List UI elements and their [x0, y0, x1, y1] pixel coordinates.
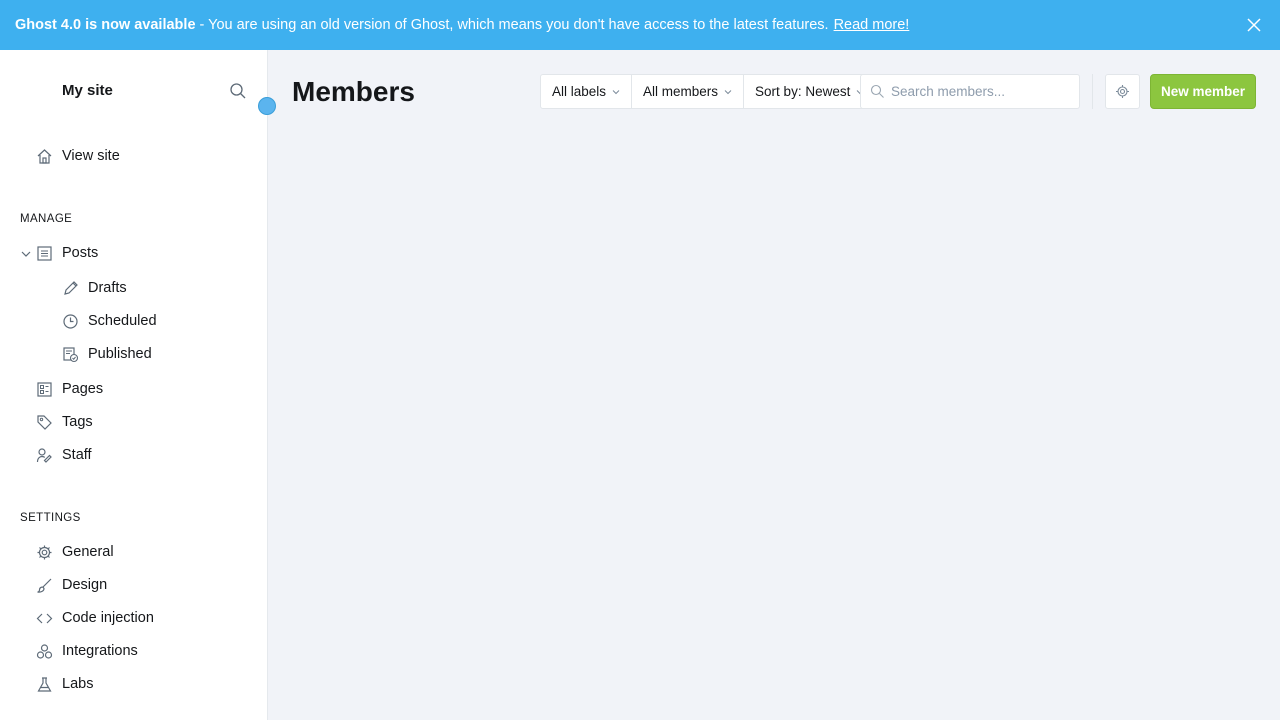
cursor-indicator	[258, 97, 276, 115]
pages-icon	[37, 381, 52, 397]
sidebar-item-code-injection[interactable]: Code injection	[36, 607, 154, 629]
staff-icon	[36, 447, 52, 463]
code-icon	[36, 613, 53, 623]
site-title[interactable]: My site	[62, 82, 113, 99]
manage-heading: MANAGE	[20, 213, 73, 225]
banner-message: - You are using an old version of Ghost,…	[199, 17, 829, 33]
new-member-button[interactable]: New member	[1150, 74, 1256, 109]
sidebar-item-labs[interactable]: Labs	[36, 673, 93, 695]
sidebar-item-label: Design	[62, 577, 108, 593]
gear-icon	[37, 545, 52, 559]
filter-group: All labels All members Sort by: Newest	[540, 74, 877, 109]
members-filter[interactable]: All members	[632, 75, 745, 108]
chevron-down-icon[interactable]	[20, 248, 32, 260]
page-title: Members	[292, 76, 415, 107]
sidebar-item-staff[interactable]: Staff	[36, 444, 92, 466]
published-icon	[63, 346, 79, 362]
toolbar-divider	[1092, 74, 1093, 109]
search-icon[interactable]	[229, 82, 247, 100]
sidebar-item-label: Pages	[62, 381, 104, 397]
chevron-down-icon	[724, 89, 732, 94]
gear-icon	[1116, 85, 1129, 98]
search-input[interactable]	[891, 84, 1061, 99]
tag-icon	[37, 414, 52, 430]
settings-heading: SETTINGS	[20, 512, 81, 524]
sidebar-item-posts[interactable]: Posts	[36, 242, 98, 264]
sidebar: My site View site MANAGE Posts Drafts Sc…	[0, 50, 268, 720]
sidebar-item-label: Drafts	[88, 280, 127, 296]
posts-icon	[37, 245, 52, 261]
sidebar-item-drafts[interactable]: Drafts	[62, 277, 127, 299]
sidebar-item-scheduled[interactable]: Scheduled	[62, 310, 157, 332]
sidebar-item-label: Code injection	[62, 610, 154, 626]
pencil-icon	[64, 280, 78, 295]
search-icon	[870, 84, 884, 98]
banner-title: Ghost 4.0 is now available	[15, 17, 196, 33]
sidebar-item-view-site[interactable]: View site	[36, 145, 120, 167]
flask-icon	[37, 676, 52, 692]
sidebar-item-label: Scheduled	[88, 313, 157, 329]
sidebar-item-label: General	[62, 544, 114, 560]
sidebar-item-published[interactable]: Published	[62, 343, 152, 365]
read-more-link[interactable]: Read more!	[834, 17, 910, 33]
sidebar-item-label: Integrations	[62, 643, 138, 659]
sidebar-item-pages[interactable]: Pages	[36, 378, 103, 400]
sidebar-item-label: Posts	[62, 245, 99, 261]
sidebar-item-label: Labs	[62, 676, 94, 692]
sidebar-item-tags[interactable]: Tags	[36, 411, 93, 433]
home-icon	[37, 148, 52, 164]
members-filter-label: All members	[643, 84, 719, 99]
brush-icon	[37, 578, 52, 593]
member-settings-button[interactable]	[1105, 74, 1140, 109]
sidebar-item-label: Published	[88, 346, 152, 362]
update-banner: Ghost 4.0 is now available - You are usi…	[0, 0, 1280, 50]
sort-filter[interactable]: Sort by: Newest	[744, 75, 875, 108]
clock-icon	[63, 313, 78, 329]
chevron-down-icon	[612, 89, 620, 94]
sidebar-item-label: Tags	[62, 414, 93, 430]
sidebar-item-general[interactable]: General	[36, 541, 114, 563]
sidebar-item-label: Staff	[62, 447, 92, 463]
search-box	[860, 74, 1080, 109]
sidebar-item-integrations[interactable]: Integrations	[36, 640, 138, 662]
sidebar-item-label: View site	[62, 148, 120, 164]
integrations-icon	[36, 643, 53, 659]
sidebar-item-design[interactable]: Design	[36, 574, 107, 596]
close-icon[interactable]	[1246, 17, 1262, 33]
labels-filter-label: All labels	[552, 84, 607, 99]
labels-filter[interactable]: All labels	[541, 75, 633, 108]
sort-filter-label: Sort by: Newest	[755, 84, 851, 99]
